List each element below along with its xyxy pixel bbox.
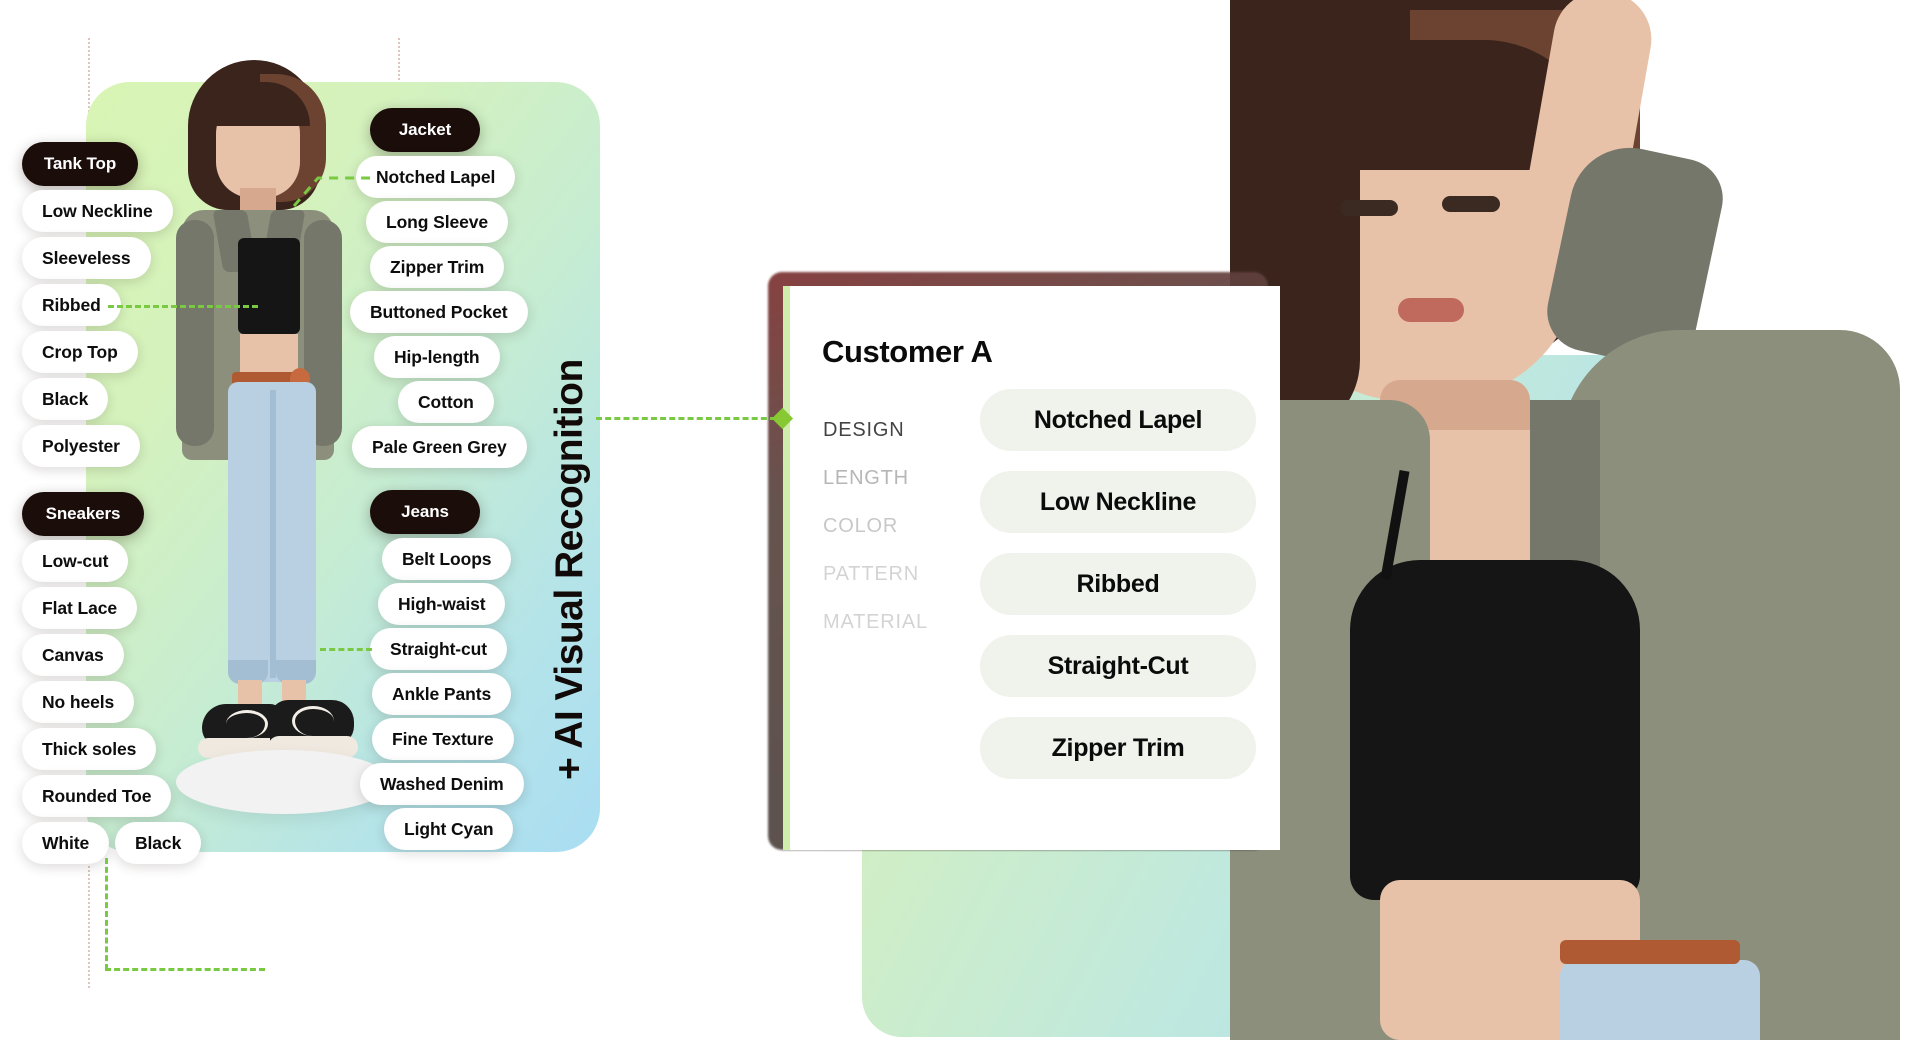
tag-flat-lace[interactable]: Flat Lace <box>22 587 137 629</box>
value-pill-ribbed[interactable]: Ribbed <box>980 553 1256 615</box>
tag-light-cyan[interactable]: Light Cyan <box>384 808 514 850</box>
attribute-label-column: DESIGN LENGTH COLOR PATTERN MATERIAL <box>823 406 1003 646</box>
connector-ribbed <box>108 305 258 308</box>
tag-cotton[interactable]: Cotton <box>398 381 494 423</box>
attr-label-design: DESIGN <box>823 419 905 441</box>
model-photo-right <box>1230 0 1920 1040</box>
tag-thick-soles[interactable]: Thick soles <box>22 728 157 770</box>
tag-fine-texture[interactable]: Fine Texture <box>372 718 514 760</box>
tag-washed-denim[interactable]: Washed Denim <box>360 763 524 805</box>
connector-to-card <box>596 417 776 420</box>
attribute-value-column: Notched Lapel Low Neckline Ribbed Straig… <box>980 389 1256 799</box>
attr-label-color: COLOR <box>823 515 899 537</box>
group-header-jeans[interactable]: Jeans <box>370 490 480 534</box>
value-pill-straight-cut[interactable]: Straight-Cut <box>980 635 1256 697</box>
tag-ankle-pants[interactable]: Ankle Pants <box>372 673 512 715</box>
connector-notched-lapel <box>292 176 370 207</box>
customer-card: Customer A DESIGN LENGTH COLOR PATTERN M… <box>790 286 1280 850</box>
tag-canvas[interactable]: Canvas <box>22 634 124 676</box>
tag-buttoned-pocket[interactable]: Buttoned Pocket <box>350 291 528 333</box>
tag-rounded-toe[interactable]: Rounded Toe <box>22 775 172 817</box>
tag-polyester[interactable]: Polyester <box>22 425 140 467</box>
tag-straight-cut[interactable]: Straight-cut <box>370 628 507 670</box>
card-title: Customer A <box>822 334 993 369</box>
tag-black-top[interactable]: Black <box>22 378 109 420</box>
tag-sleeveless[interactable]: Sleeveless <box>22 237 151 279</box>
group-header-tank-top[interactable]: Tank Top <box>22 142 138 186</box>
tag-black-shoe[interactable]: Black <box>115 822 202 864</box>
tag-crop-top[interactable]: Crop Top <box>22 331 138 373</box>
tag-high-waist[interactable]: High-waist <box>378 583 506 625</box>
tag-pale-green-grey[interactable]: Pale Green Grey <box>352 426 527 468</box>
attr-label-length: LENGTH <box>823 467 909 489</box>
value-pill-low-neckline[interactable]: Low Neckline <box>980 471 1256 533</box>
tag-no-heels[interactable]: No heels <box>22 681 135 723</box>
attr-label-pattern: PATTERN <box>823 563 919 585</box>
value-pill-notched-lapel[interactable]: Notched Lapel <box>980 389 1256 451</box>
poster-canvas: Tank Top Low Neckline Sleeveless Ribbed … <box>0 0 1920 1040</box>
tag-zipper-trim[interactable]: Zipper Trim <box>370 246 505 288</box>
connector-straight-cut <box>320 648 372 651</box>
group-header-jacket[interactable]: Jacket <box>370 108 480 152</box>
tag-long-sleeve[interactable]: Long Sleeve <box>366 201 508 243</box>
tag-belt-loops[interactable]: Belt Loops <box>382 538 512 580</box>
headline-ai-visual-recognition: + AI Visual Recognition <box>548 359 591 780</box>
connector-shoe-horizontal <box>105 968 265 971</box>
connector-shoe-vertical <box>105 858 108 970</box>
tag-ribbed[interactable]: Ribbed <box>22 284 121 326</box>
tag-notched-lapel[interactable]: Notched Lapel <box>356 156 516 198</box>
tag-low-cut[interactable]: Low-cut <box>22 540 129 582</box>
tag-white[interactable]: White <box>22 822 110 864</box>
tag-hip-length[interactable]: Hip-length <box>374 336 500 378</box>
attr-label-material: MATERIAL <box>823 611 928 633</box>
tag-low-neckline[interactable]: Low Neckline <box>22 190 173 232</box>
group-header-sneakers[interactable]: Sneakers <box>22 492 144 536</box>
value-pill-zipper-trim[interactable]: Zipper Trim <box>980 717 1256 779</box>
